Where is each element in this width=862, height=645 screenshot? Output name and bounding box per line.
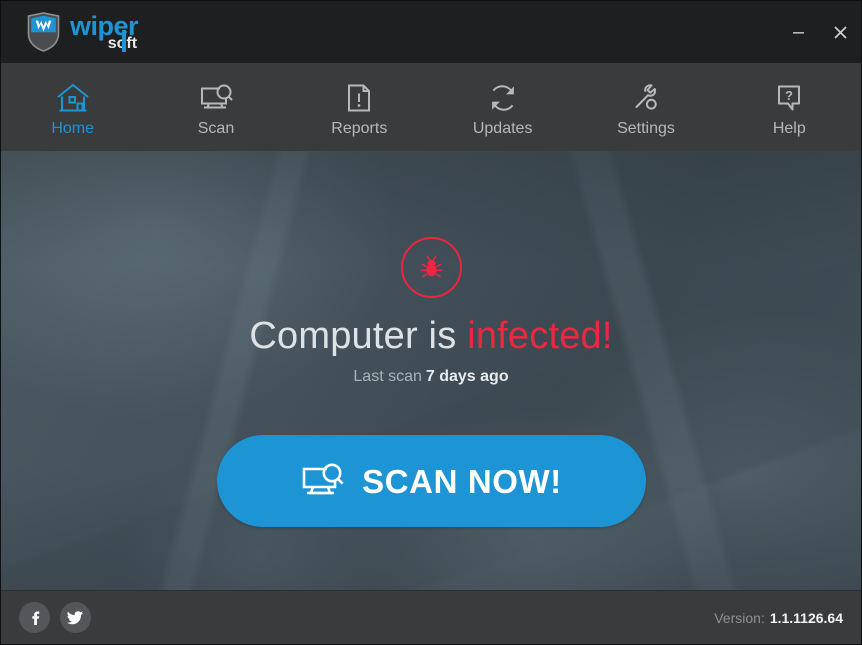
nav-label-reports: Reports [331,120,388,137]
nav-item-home[interactable]: Home [1,63,144,151]
hero-panel: Computer is infected! Last scan 7 days ag… [1,151,861,590]
nav-item-settings[interactable]: Settings [574,63,717,151]
nav-item-updates[interactable]: Updates [431,63,574,151]
nav-label-help: Help [772,120,806,137]
bug-icon [418,254,445,281]
monitor-search-icon [198,81,234,115]
shield-icon [27,12,60,52]
document-alert-icon [344,81,374,115]
nav-item-help[interactable]: ? Help [718,63,861,151]
hero-content: Computer is infected! Last scan 7 days ag… [1,151,861,590]
version-label: Version: [714,609,765,626]
close-button[interactable] [819,1,861,63]
nav-label-settings: Settings [617,120,675,137]
version-value: 1.1.1126.64 [769,609,843,626]
last-scan-value: 7 days ago [425,368,509,385]
nav-label-updates: Updates [472,120,533,137]
minimize-button[interactable] [777,1,819,63]
twitter-icon [67,611,83,625]
social-links [19,602,91,633]
version-info: Version: 1.1.1126.64 [714,610,843,626]
house-icon [55,81,91,115]
footer-bar: Version: 1.1.1126.64 [1,590,861,644]
close-icon [833,25,847,39]
svg-text:?: ? [785,88,793,103]
twitter-link[interactable] [60,602,91,633]
logo-divider-bar [122,29,126,52]
last-scan-info: Last scan 7 days ago [353,369,508,385]
monitor-search-icon [300,461,362,501]
nav-label-scan: Scan [197,120,235,137]
question-bubble-icon: ? [774,81,804,115]
logo-wordmark: wiper soft [70,12,139,52]
app-logo: wiper soft [27,12,139,52]
title-bar: wiper soft [1,1,861,63]
refresh-icon [487,81,519,115]
facebook-link[interactable] [19,602,50,633]
nav-label-home: Home [51,120,94,137]
last-scan-label: Last scan [353,368,422,385]
nav-item-scan[interactable]: Scan [144,63,287,151]
status-headline: Computer is infected! [249,317,612,355]
main-navigation: Home Scan Reports Updates Settings ? Hel… [1,63,861,151]
scan-now-label: SCAN NOW! [362,462,562,500]
nav-item-reports[interactable]: Reports [288,63,431,151]
wrench-icon [631,81,661,115]
headline-prefix: Computer is [249,315,457,357]
window-controls [777,1,861,63]
headline-status: infected! [467,315,613,357]
application-window: wiper soft [0,0,862,645]
facebook-icon [31,611,39,625]
minimize-icon [792,31,804,34]
scan-now-button[interactable]: SCAN NOW! [216,435,646,527]
status-badge [400,237,462,298]
